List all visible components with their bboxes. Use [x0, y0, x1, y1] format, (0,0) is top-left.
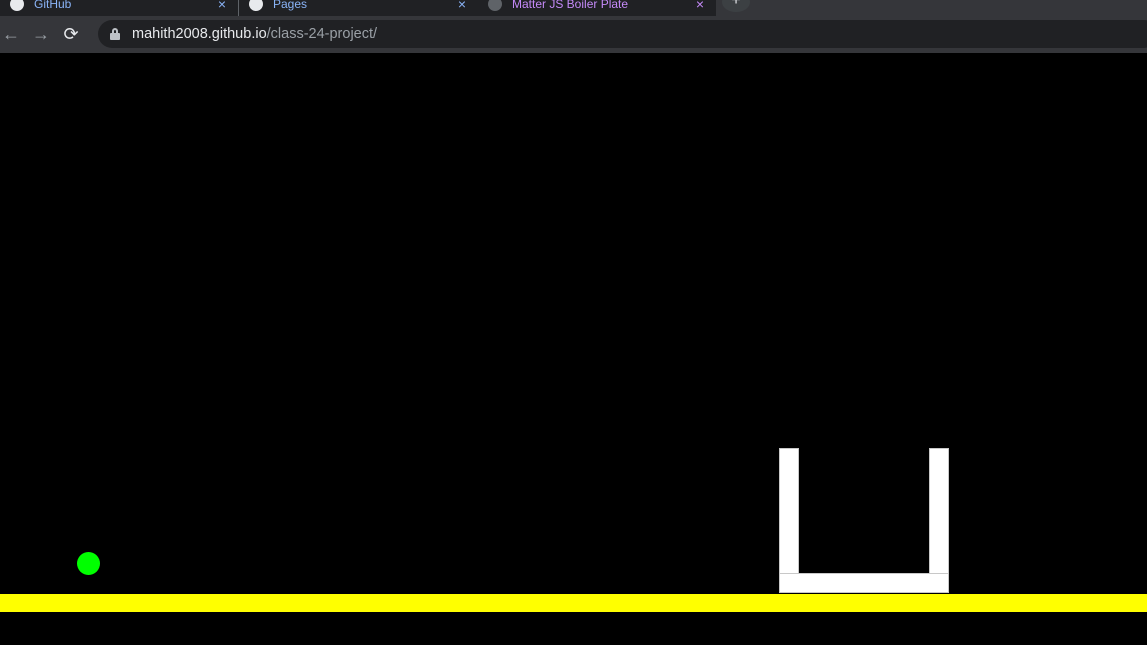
dustbin-bottom [779, 573, 949, 593]
tab-title: Pages [273, 0, 308, 11]
address-bar[interactable]: mahith2008.github.io/class-24-project/ [98, 20, 1147, 48]
tab-matter-js[interactable]: Matter JS Boiler Plate × [478, 0, 714, 16]
globe-icon [488, 0, 502, 11]
close-icon[interactable]: × [218, 0, 226, 12]
tab-title: Matter JS Boiler Plate [512, 0, 629, 11]
dustbin-left-wall [779, 448, 799, 574]
paper-ball [77, 552, 100, 575]
dustbin-right-wall [929, 448, 949, 574]
back-button[interactable]: ← [0, 20, 26, 50]
tab-pages[interactable]: Pages × [238, 0, 476, 16]
github-icon [10, 0, 24, 11]
arrow-right-icon: → [32, 24, 50, 44]
tab-strip: GitHub × Pages × Matter JS Boiler Plate … [0, 0, 1147, 16]
lock-icon[interactable] [110, 28, 120, 40]
close-icon[interactable]: × [458, 0, 466, 12]
url-path: /class-24-project/ [266, 26, 378, 42]
game-canvas[interactable] [0, 53, 1147, 645]
tab-title: GitHub [34, 0, 72, 11]
ground [0, 594, 1147, 612]
url-host: mahith2008.github.io [132, 26, 267, 42]
url-text: mahith2008.github.io/class-24-project/ [132, 26, 377, 42]
close-icon[interactable]: × [696, 0, 704, 12]
browser-toolbar: ← → ⟳ mahith2008.github.io/class-24-proj… [0, 16, 1147, 53]
arrow-left-icon: ← [2, 24, 20, 44]
tab-strip-empty-area [716, 0, 1147, 16]
github-icon [249, 0, 263, 11]
reload-icon: ⟳ [63, 24, 79, 44]
reload-button[interactable]: ⟳ [56, 20, 86, 50]
tab-github[interactable]: GitHub × [0, 0, 236, 16]
forward-button[interactable]: → [26, 20, 56, 50]
